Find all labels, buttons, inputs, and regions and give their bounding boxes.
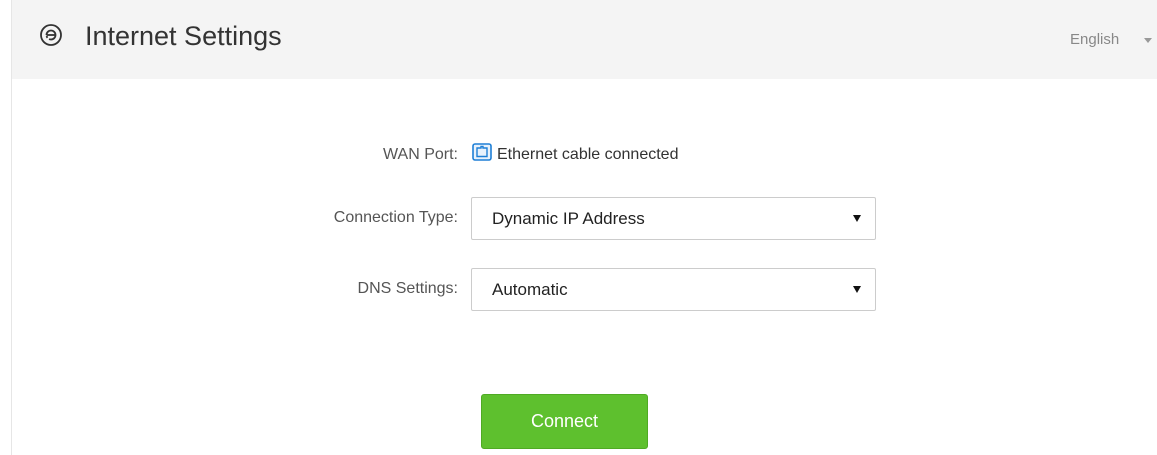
ethernet-port-icon — [472, 143, 492, 161]
dns-settings-value: Automatic — [492, 280, 568, 299]
dns-settings-label: DNS Settings: — [357, 280, 458, 297]
wan-port-label: WAN Port: — [383, 146, 458, 163]
language-selector[interactable]: English — [1070, 31, 1119, 49]
page-title: Internet Settings — [85, 21, 282, 51]
dns-settings-select[interactable]: Automatic — [471, 268, 876, 311]
dropdown-arrow-icon — [853, 286, 861, 293]
globe-settings-icon — [40, 24, 62, 46]
connect-button[interactable]: Connect — [481, 394, 648, 449]
connection-type-label: Connection Type: — [333, 209, 458, 226]
page: Internet Settings English WAN Port: Ethe… — [0, 0, 1157, 455]
connection-type-value: Dynamic IP Address — [492, 209, 645, 228]
chevron-down-icon[interactable] — [1144, 38, 1152, 43]
wan-port-status: Ethernet cable connected — [497, 146, 679, 163]
dropdown-arrow-icon — [853, 215, 861, 222]
connection-type-select[interactable]: Dynamic IP Address — [471, 197, 876, 240]
